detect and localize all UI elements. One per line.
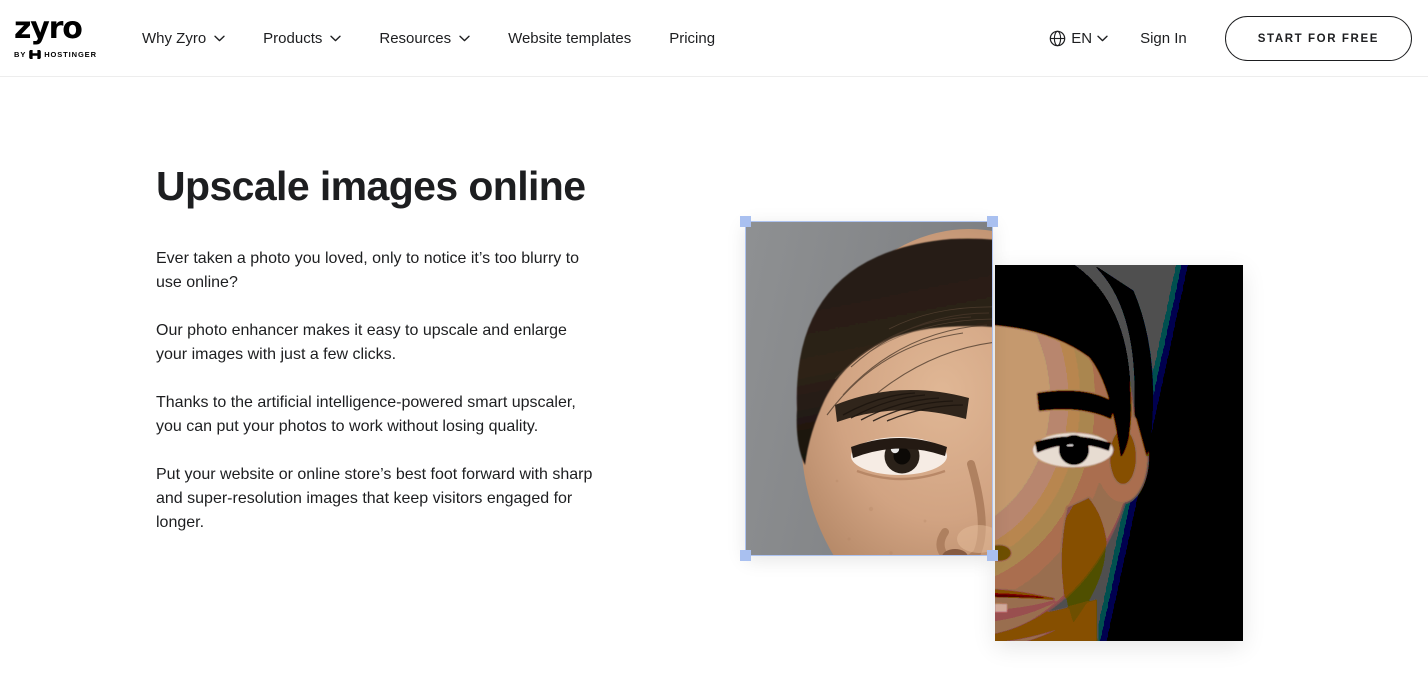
- nav-item-products[interactable]: Products: [263, 31, 359, 46]
- logo-wordmark: zyro: [14, 11, 83, 46]
- header-actions: EN Sign In START FOR FREE: [1049, 0, 1422, 77]
- chevron-down-icon: [459, 35, 470, 42]
- start-for-free-button[interactable]: START FOR FREE: [1224, 16, 1412, 61]
- hero-paragraph-2: Our photo enhancer makes it easy to upsc…: [156, 321, 567, 363]
- hero-paragraph-1: Ever taken a photo you loved, only to no…: [156, 249, 580, 291]
- chevron-down-icon: [330, 35, 342, 42]
- nav-item-pricing[interactable]: Pricing: [669, 31, 733, 46]
- hostinger-mark-icon: [29, 49, 42, 60]
- pixelated-portrait-image: [995, 265, 1243, 641]
- nav-label: Resources: [379, 30, 452, 47]
- hero-paragraph-4: Put your website or online store’s best …: [156, 465, 593, 531]
- chevron-down-icon: [1097, 35, 1108, 42]
- hero-copy: Upscale images online Ever taken a photo…: [156, 163, 606, 535]
- logo-parent-brand: HOSTINGER: [44, 50, 97, 59]
- nav-item-website-templates[interactable]: Website templates: [508, 31, 649, 46]
- hero-paragraph-3: Thanks to the artificial intelligence-po…: [156, 393, 576, 435]
- main-navigation: Why Zyro Products Resources Website temp…: [142, 0, 733, 77]
- hero-image-composition: [735, 137, 1255, 647]
- site-header: zyro BY HOSTINGER Why Zyro Products Reso…: [0, 0, 1428, 77]
- zyro-logo[interactable]: zyro BY HOSTINGER: [14, 12, 110, 62]
- logo-by-label: BY: [14, 50, 27, 59]
- hero-section: Upscale images online Ever taken a photo…: [0, 77, 1428, 693]
- sharp-portrait-image: [745, 221, 993, 556]
- page-title: Upscale images online: [156, 163, 586, 209]
- language-selector[interactable]: EN: [1049, 30, 1108, 47]
- logo-byline: BY HOSTINGER: [14, 49, 97, 60]
- nav-item-resources[interactable]: Resources: [379, 31, 488, 46]
- nav-item-why-zyro[interactable]: Why Zyro: [142, 31, 243, 46]
- language-code: EN: [1071, 30, 1093, 47]
- nav-label: Why Zyro: [142, 30, 207, 47]
- nav-label: Products: [263, 30, 323, 47]
- sign-in-link[interactable]: Sign In: [1140, 30, 1187, 47]
- nav-label: Pricing: [669, 30, 716, 47]
- globe-icon: [1049, 30, 1066, 47]
- chevron-down-icon: [214, 35, 225, 42]
- nav-label: Website templates: [508, 30, 632, 47]
